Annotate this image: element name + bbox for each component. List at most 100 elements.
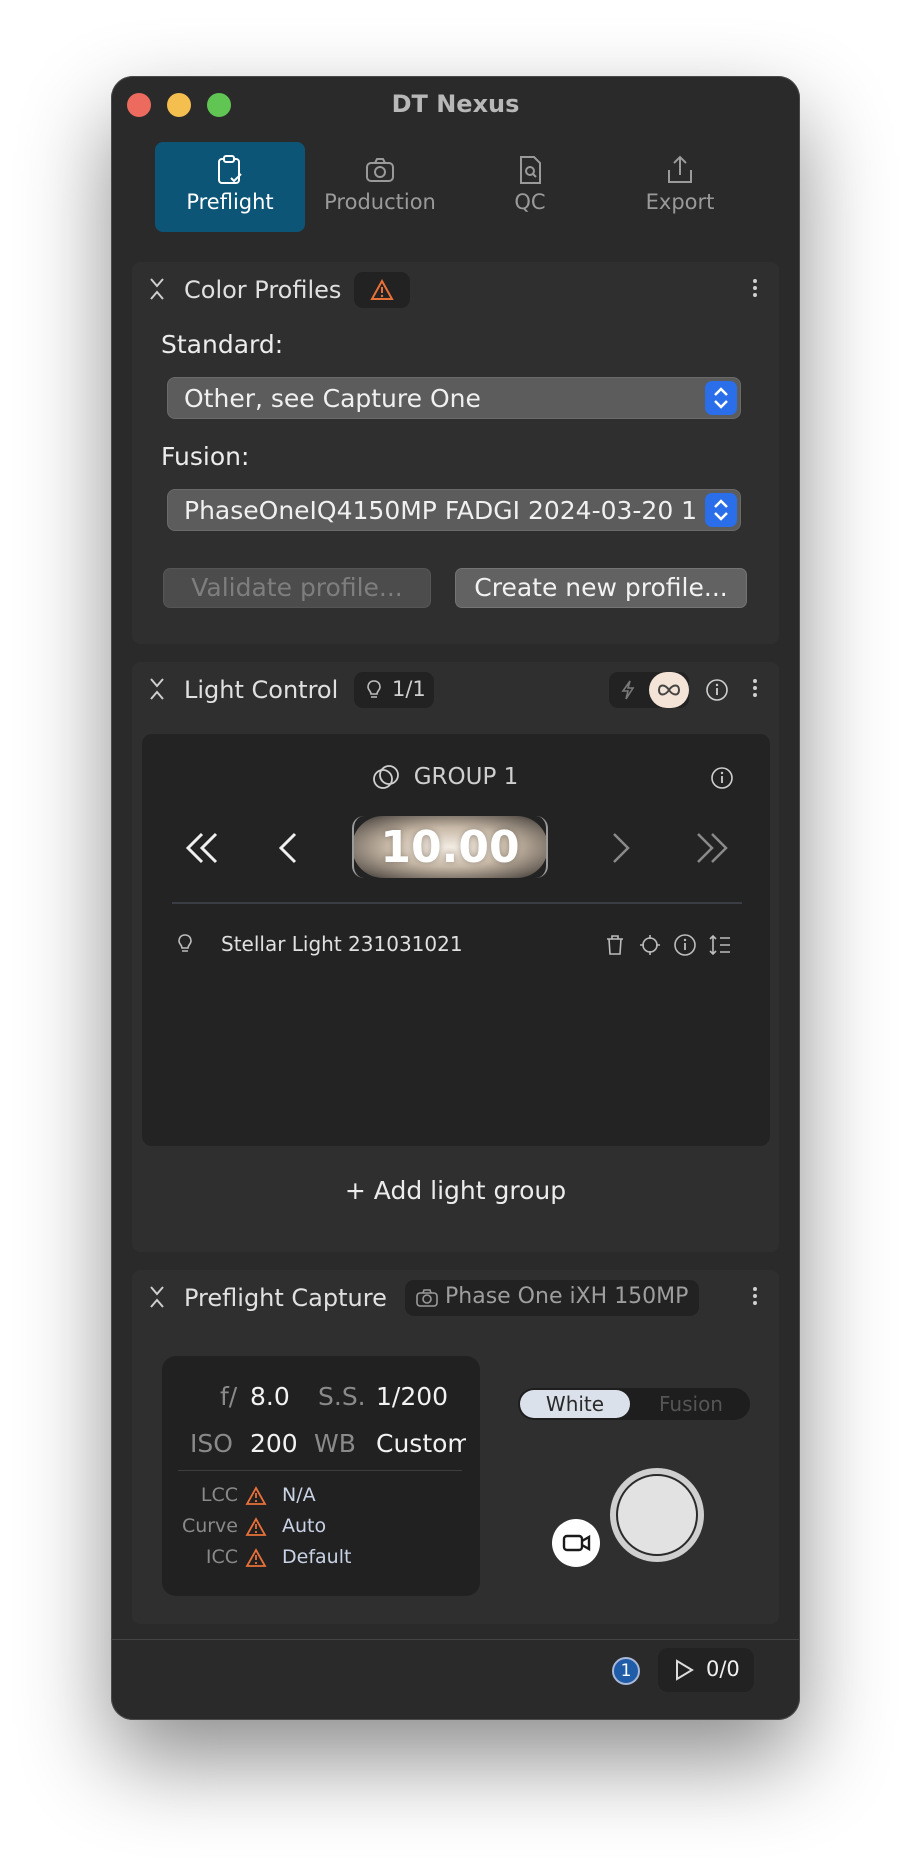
collapse-icon[interactable] [148,676,166,702]
capture-mode-toggle[interactable]: White Fusion [518,1388,750,1420]
fusion-value: PhaseOneIQ4150MP FADGI 2024-03-20 1 [184,496,698,525]
play-icon [676,1659,694,1681]
panel-title: Preflight Capture [184,1284,387,1312]
light-name: Stellar Light 231031021 [221,932,463,956]
tab-label: Production [324,190,436,214]
light-count-badge: 1/1 [354,672,434,708]
standard-label: Standard: [161,330,284,359]
window-title: DT Nexus [391,90,520,118]
document-search-icon [520,156,541,184]
warning-icon [370,279,394,300]
video-camera-icon [562,1534,591,1552]
notification-indicator[interactable]: 1 [612,1657,640,1685]
create-profile-button[interactable]: Create new profile... [455,568,747,608]
footer-divider [111,1639,800,1640]
increase-button[interactable] [608,830,632,866]
color-profiles-panel: Color Profiles Standard: Other, see Capt… [132,262,779,644]
queue-button[interactable]: 0/0 [658,1648,754,1692]
icc-value: Default [282,1546,352,1568]
light-control-panel: Light Control 1/1 GROUP 1 10.00 Stellar … [132,662,779,1252]
standard-value: Other, see Capture One [184,384,481,413]
capture-button[interactable] [610,1468,704,1562]
capture-settings-card: f/ 8.0 S.S. 1/200 ISO 200 WB Custom LCC … [162,1356,480,1596]
lcc-value: N/A [282,1484,316,1506]
collapse-icon[interactable] [148,276,166,302]
trash-icon[interactable] [604,933,626,957]
warning-badge[interactable] [354,272,410,308]
chevron-updown-icon [705,381,737,415]
aperture-label: f/ [220,1382,238,1411]
panel-header: Preflight Capture Phase One iXH 150MP [132,1270,779,1326]
light-count: 1/1 [392,677,426,701]
fusion-label: Fusion: [161,442,250,471]
mode-toggle[interactable] [609,672,689,708]
tab-label: Preflight [186,190,274,214]
info-icon[interactable] [705,678,729,702]
warning-icon [245,1517,267,1536]
info-icon[interactable] [710,766,734,790]
camera-icon [416,1289,438,1307]
preflight-capture-panel: Preflight Capture Phase One iXH 150MP f/… [132,1270,779,1624]
tab-production[interactable]: Production [305,142,455,232]
bulb-icon [367,680,381,698]
sort-icon[interactable] [708,934,732,956]
decrease-button[interactable] [277,830,301,866]
live-view-button[interactable] [552,1519,600,1567]
light-group-card: GROUP 1 10.00 Stellar Light 231031021 [142,734,770,1146]
camera-name: Phase One iXH 150MP [445,1284,689,1309]
panel-title: Light Control [184,676,339,704]
flash-icon [621,680,635,700]
group-title: GROUP 1 [413,764,519,790]
iso-label: ISO [190,1429,233,1458]
mode-white-option[interactable]: White [520,1390,630,1418]
fusion-select[interactable]: PhaseOneIQ4150MP FADGI 2024-03-20 1 [167,489,741,531]
intensity-value-text: 10.00 [380,822,520,873]
locate-icon[interactable] [639,934,661,956]
app-window: DT Nexus Preflight Production QC Export … [111,76,800,1720]
bulb-icon [178,934,192,952]
aperture-value: 8.0 [250,1382,290,1411]
decrease-large-button[interactable] [182,830,222,866]
icc-label: ICC [205,1546,238,1568]
main-tabs: Preflight Production QC Export [155,142,755,232]
tab-label: QC [514,190,546,214]
warning-icon [245,1548,267,1567]
shutter-value: 1/200 [376,1382,449,1411]
light-list-item[interactable]: Stellar Light 231031021 [142,924,770,964]
iso-value: 200 [250,1429,298,1458]
infinity-icon[interactable] [649,672,689,708]
more-menu-icon[interactable] [753,676,759,700]
tab-label: Export [645,190,715,214]
validate-profile-button[interactable]: Validate profile... [163,568,431,608]
divider [172,902,742,904]
shutter-label: S.S. [318,1382,366,1411]
titlebar: DT Nexus [111,76,800,132]
camera-icon [366,158,394,182]
divider [178,1470,462,1471]
curve-value: Auto [282,1515,327,1537]
info-icon[interactable] [673,933,697,957]
more-menu-icon[interactable] [753,276,759,300]
camera-badge[interactable]: Phase One iXH 150MP [405,1280,699,1316]
tab-export[interactable]: Export [605,142,755,232]
intensity-value[interactable]: 10.00 [352,816,548,878]
curve-label: Curve [181,1515,238,1537]
wb-value: Custom [376,1429,466,1458]
panel-title: Color Profiles [184,276,342,304]
share-icon [668,155,692,183]
more-menu-icon[interactable] [753,1284,759,1308]
collapse-icon[interactable] [148,1284,166,1310]
increase-large-button[interactable] [692,830,732,866]
warning-icon [245,1486,267,1505]
tab-preflight[interactable]: Preflight [155,142,305,232]
add-light-group-button[interactable]: + Add light group [132,1176,779,1205]
standard-select[interactable]: Other, see Capture One [167,377,741,419]
panel-header: Color Profiles [132,262,779,318]
notification-count: 1 [620,1661,632,1681]
wb-label: WB [314,1429,356,1458]
panel-header: Light Control 1/1 [132,662,779,718]
mode-fusion-option[interactable]: Fusion [636,1390,746,1418]
tab-qc[interactable]: QC [455,142,605,232]
chevron-updown-icon [705,493,737,527]
lcc-label: LCC [200,1484,238,1506]
